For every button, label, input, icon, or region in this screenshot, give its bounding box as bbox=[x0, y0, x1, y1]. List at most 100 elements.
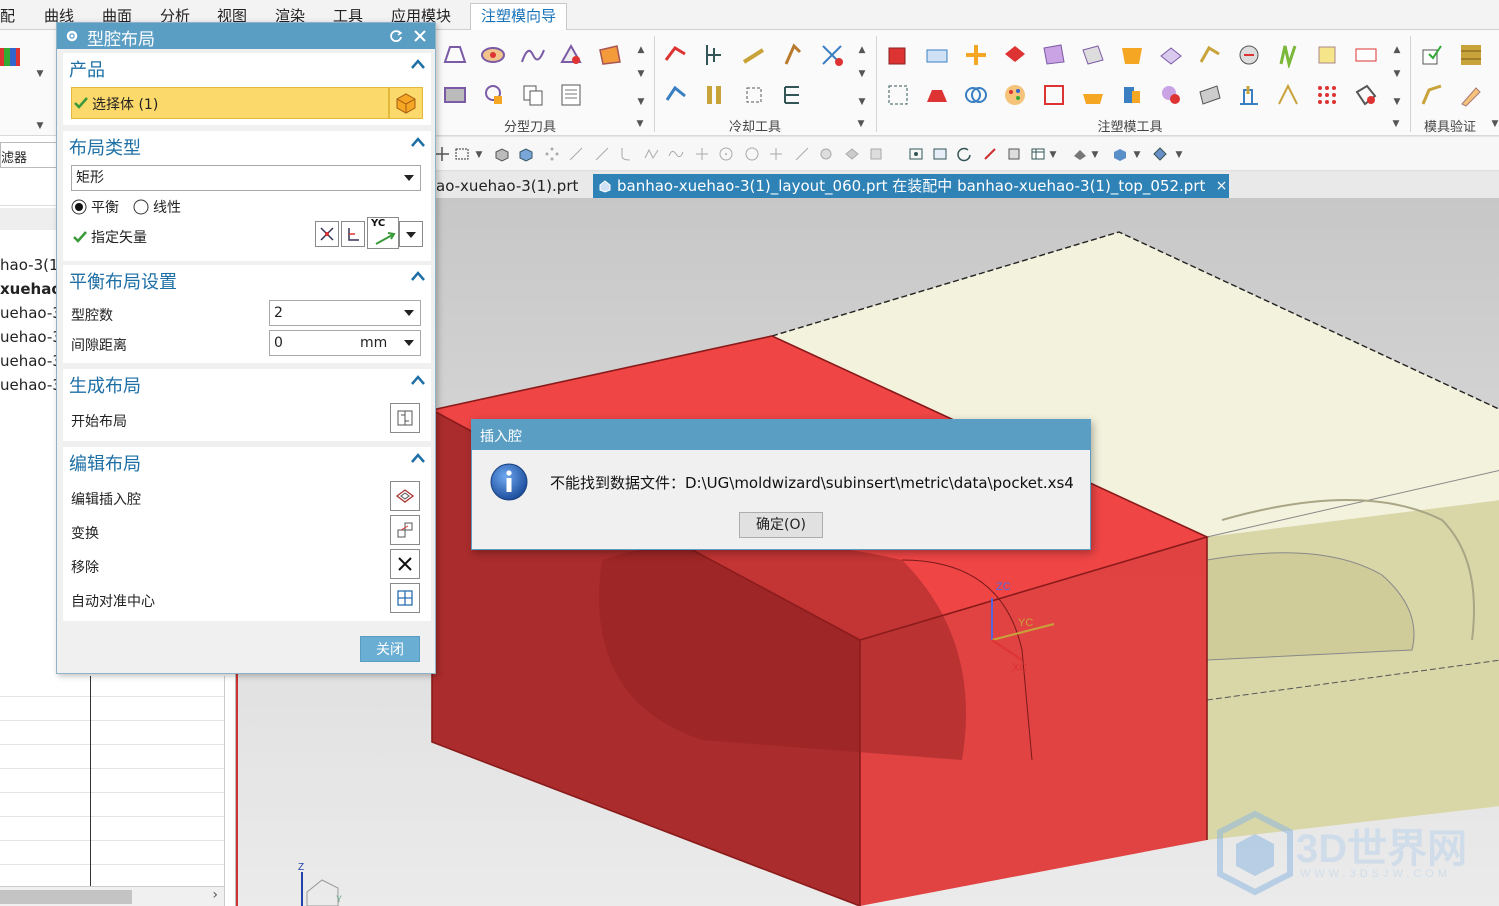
dropdown-arrow-icon[interactable]: ▼ bbox=[1090, 151, 1100, 160]
create-box-icon[interactable] bbox=[885, 42, 911, 68]
group-expand-icon[interactable]: ▼ bbox=[635, 120, 645, 129]
block-icon[interactable] bbox=[1119, 82, 1145, 108]
close-button[interactable]: 关闭 bbox=[360, 636, 420, 662]
parting-surface-icon[interactable] bbox=[442, 42, 468, 68]
body-select-icon[interactable] bbox=[518, 146, 534, 162]
view-orient-icon[interactable] bbox=[1152, 146, 1168, 162]
solid-extrude-icon[interactable] bbox=[1080, 82, 1106, 108]
reset-icon[interactable] bbox=[389, 29, 403, 43]
slash-2-icon[interactable] bbox=[794, 146, 810, 162]
transform-button[interactable] bbox=[390, 515, 420, 545]
zoom-window-icon[interactable] bbox=[932, 146, 948, 162]
cavity-count-select[interactable]: 2 bbox=[269, 300, 421, 326]
scrollbar-thumb[interactable] bbox=[0, 890, 132, 904]
shaded-icon[interactable] bbox=[1112, 146, 1128, 162]
spline-icon[interactable] bbox=[644, 146, 660, 162]
dropdown-arrow-icon[interactable]: ▼ bbox=[636, 70, 646, 79]
check-region-icon[interactable] bbox=[1419, 42, 1445, 68]
cross-icon[interactable] bbox=[768, 146, 784, 162]
curve-icon[interactable] bbox=[520, 42, 546, 68]
dropdown-arrow-icon[interactable]: ▲ bbox=[857, 46, 867, 55]
split-face-icon[interactable] bbox=[1353, 42, 1379, 68]
surface-patch-icon[interactable] bbox=[597, 42, 623, 68]
section-layout-type-header[interactable]: 布局类型 bbox=[63, 131, 431, 161]
region-icon[interactable] bbox=[480, 42, 506, 68]
nav-tree-node[interactable]: hao-3(1 bbox=[0, 256, 60, 274]
slash-icon[interactable] bbox=[594, 146, 610, 162]
message-titlebar[interactable]: 插入腔 bbox=[472, 420, 1090, 450]
merge-icon[interactable] bbox=[1158, 82, 1184, 108]
dropdown-arrow-icon[interactable]: ▼ bbox=[35, 70, 45, 79]
nav-tree-node[interactable]: xuehao bbox=[0, 280, 60, 298]
remove-button[interactable] bbox=[390, 549, 420, 579]
lock-region-icon[interactable] bbox=[480, 82, 506, 108]
section-edit-header[interactable]: 编辑布局 bbox=[63, 447, 431, 477]
tab-document-prev[interactable]: ao-xuehao-3(1).prt bbox=[430, 174, 584, 198]
rectangle-select-icon[interactable] bbox=[454, 146, 470, 162]
close-tab-icon[interactable]: × bbox=[1216, 174, 1228, 198]
trim-solid-icon[interactable] bbox=[1197, 42, 1223, 68]
reference-blend-icon[interactable] bbox=[1275, 42, 1301, 68]
quadrant-icon[interactable] bbox=[744, 146, 760, 162]
edit-insert-pocket-button[interactable] bbox=[390, 481, 420, 511]
dropdown-arrow-icon[interactable]: ▼ bbox=[1392, 98, 1402, 107]
intersect-icon[interactable] bbox=[818, 146, 834, 162]
fittings-icon[interactable] bbox=[702, 82, 728, 108]
draft-icon[interactable] bbox=[1275, 82, 1301, 108]
dropdown-arrow-icon[interactable]: ▲ bbox=[636, 46, 646, 55]
wave-icon[interactable] bbox=[668, 146, 684, 162]
color-face-icon[interactable] bbox=[1002, 82, 1028, 108]
hook-curve-icon[interactable] bbox=[618, 146, 634, 162]
surface-patch-2-icon[interactable] bbox=[1080, 42, 1106, 68]
delete-channel-icon[interactable] bbox=[819, 42, 845, 68]
section-generate-header[interactable]: 生成布局 bbox=[63, 369, 431, 399]
dropdown-arrow-icon[interactable]: ▼ bbox=[1174, 151, 1184, 160]
collapse-up-icon[interactable] bbox=[411, 453, 425, 463]
line-icon[interactable] bbox=[568, 146, 584, 162]
dropdown-arrow-icon[interactable]: ▼ bbox=[1132, 151, 1142, 160]
start-layout-button[interactable] bbox=[390, 403, 420, 433]
select-body-button[interactable] bbox=[389, 87, 423, 119]
gap-distance-input[interactable]: 0 mm bbox=[269, 330, 421, 356]
close-icon[interactable] bbox=[413, 29, 427, 43]
section-product-header[interactable]: 产品 bbox=[63, 53, 431, 83]
solid-patch-icon[interactable] bbox=[963, 42, 989, 68]
copy-icon[interactable] bbox=[520, 82, 546, 108]
menu-item-assembly[interactable]: 配 bbox=[0, 4, 15, 28]
dialog-titlebar[interactable]: 型腔布局 bbox=[57, 23, 435, 50]
mesh-icon[interactable] bbox=[558, 42, 584, 68]
sheet-body-icon[interactable] bbox=[1002, 42, 1028, 68]
solid-select-icon[interactable] bbox=[494, 146, 510, 162]
baffle-icon[interactable] bbox=[741, 42, 767, 68]
ok-button[interactable]: 确定(O) bbox=[739, 512, 823, 538]
pocket-body-icon[interactable] bbox=[924, 82, 950, 108]
face-icon[interactable] bbox=[844, 146, 860, 162]
group-expand-icon[interactable]: ▼ bbox=[856, 120, 866, 129]
section-view-icon[interactable] bbox=[1006, 146, 1022, 162]
gap-unit[interactable]: mm bbox=[360, 331, 387, 355]
layer-settings-icon[interactable] bbox=[1030, 146, 1046, 162]
circle-center-icon[interactable] bbox=[718, 146, 734, 162]
nav-tree-node[interactable]: uehao-3 bbox=[0, 376, 60, 394]
group-expand-icon[interactable]: ▼ bbox=[1391, 120, 1401, 129]
sheet-icon[interactable] bbox=[558, 82, 584, 108]
collapse-up-icon[interactable] bbox=[411, 59, 425, 69]
points-select-icon[interactable] bbox=[544, 146, 560, 162]
split-solid-icon[interactable] bbox=[924, 42, 950, 68]
color-palette-icon[interactable] bbox=[0, 44, 26, 70]
dropdown-arrow-icon[interactable]: ▼ bbox=[474, 151, 484, 160]
bounded-patch-icon[interactable] bbox=[1041, 42, 1067, 68]
collapse-up-icon[interactable] bbox=[411, 375, 425, 385]
parting-line-icon[interactable] bbox=[442, 82, 468, 108]
rotate-icon[interactable] bbox=[956, 146, 972, 162]
thicken-icon[interactable] bbox=[1197, 82, 1223, 108]
nav-tree-node[interactable]: uehao-3 bbox=[0, 304, 60, 322]
wireframe-icon[interactable] bbox=[1353, 82, 1379, 108]
interference-icon[interactable] bbox=[1419, 82, 1445, 108]
dropdown-arrow-icon[interactable]: ▲ bbox=[1392, 46, 1402, 55]
edge-patch-icon[interactable] bbox=[1158, 42, 1184, 68]
scroll-right-icon[interactable]: › bbox=[212, 887, 218, 903]
dropdown-arrow-icon[interactable]: ▼ bbox=[1392, 70, 1402, 79]
select-body-row[interactable]: 选择体 (1) bbox=[71, 87, 389, 119]
extend-face-icon[interactable] bbox=[1314, 42, 1340, 68]
